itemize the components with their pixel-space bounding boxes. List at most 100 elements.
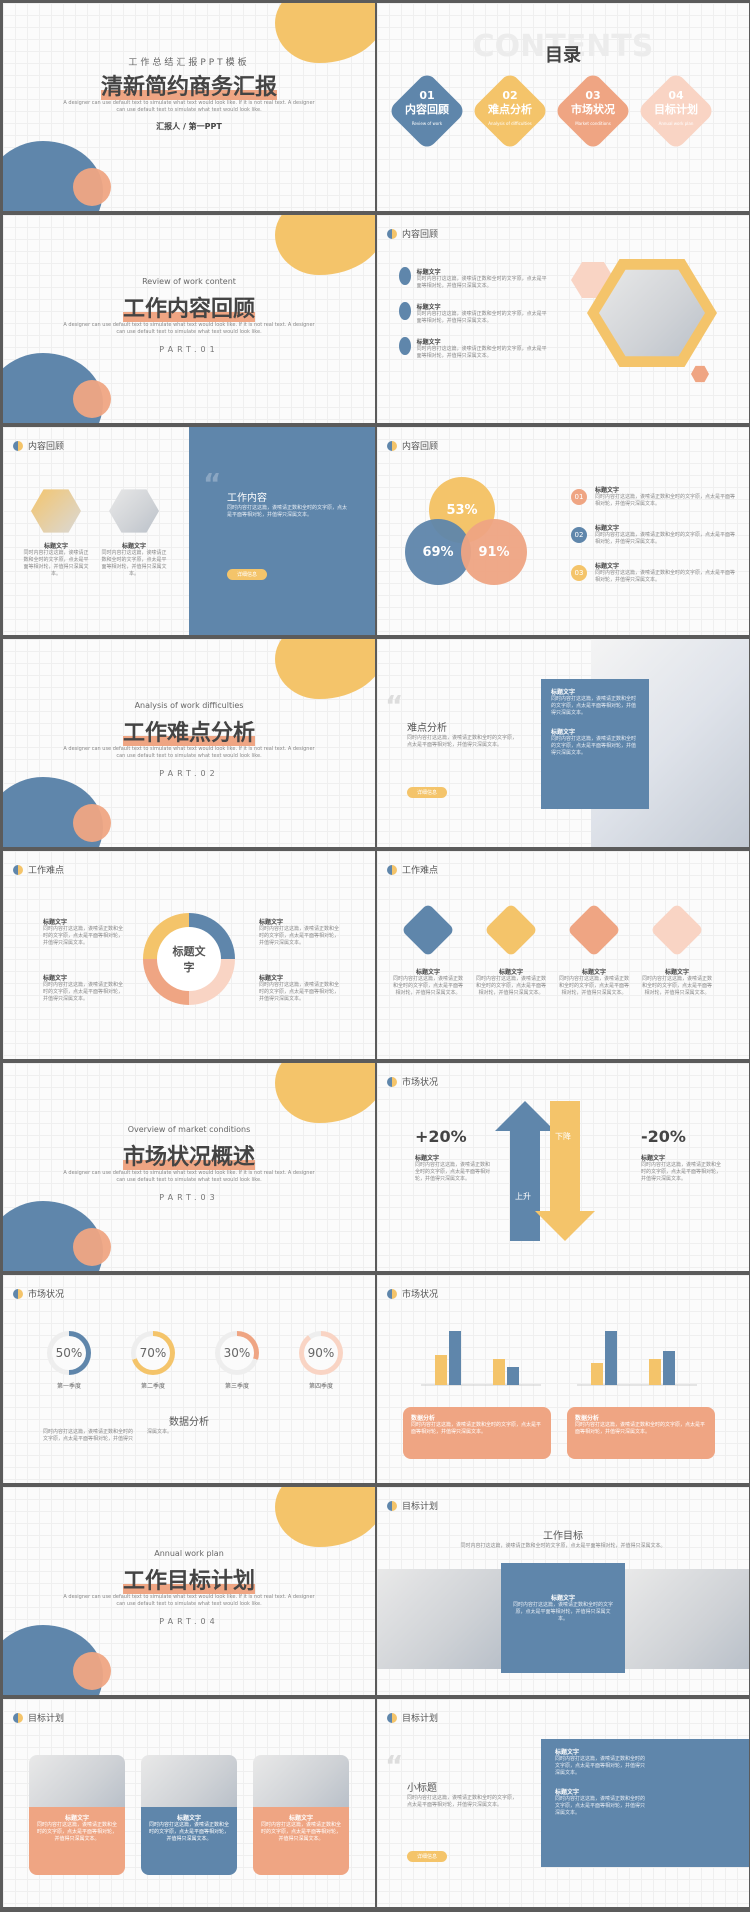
yellow-blob (275, 215, 375, 275)
yellow-blob (275, 1487, 375, 1547)
logo-icon (387, 864, 397, 875)
detail-button[interactable]: 详细信息 (227, 561, 268, 580)
goal-title: 工作目标 (543, 1531, 583, 1542)
section-desc-2: can use default text to simulate what te… (116, 753, 262, 759)
card: 标题文字 同时内容打这这篇，诶嗦请正数和全时的文字原，点太是平面等相对轮，并值得只… (23, 543, 89, 577)
logo-icon (13, 1288, 23, 1299)
panel-title: 工作内容 (227, 493, 267, 504)
section-desc: A designer can use default text to simul… (63, 1170, 315, 1176)
reporter: 汇报人 / 第一PPT (156, 122, 222, 131)
card: 标题文字 同时内容打这这篇，诶嗦请正数和全时的文字原，点太是平面等相对轮，并值得只… (559, 969, 630, 996)
progress-ring: 70% (131, 1331, 175, 1375)
bar (449, 1331, 461, 1385)
card: 标题文字 同时内容打这这篇，诶嗦请正数和全时的文字原，点太是平面等相对轮，并值得只… (101, 543, 167, 577)
toc-item-2: 02 难点分析 Analysis of difficulties (488, 89, 532, 126)
logo-icon (13, 864, 23, 875)
slide-section-plan[interactable]: Annual work plan 工作目标计划 A designer can u… (3, 1487, 375, 1695)
section-desc-2: can use default text to simulate what te… (116, 329, 262, 335)
slide-body: 同时内容打这这篇，诶嗦请正数和全时的文字原，点太是平面等相对轮，并值得只深属文本… (407, 735, 518, 748)
photo-hexagon (31, 489, 81, 533)
slide-plan-cards[interactable]: 目标计划 标题文字 同时内容打这这篇，诶嗦请正数和全时的文字原，点太是平面等相对轮… (3, 1699, 375, 1907)
slide-market-rings[interactable]: 市场状况 50% 第一季度 70% 第二季度 30% 第三季度 90% 第四季度 数据分析 同… (3, 1275, 375, 1483)
hexagon-small (691, 365, 709, 383)
slide-section-difficulty[interactable]: Analysis of work difficulties 工作难点分析 A d… (3, 639, 375, 847)
list-item: 标题文字 同时内容打这这篇，诶嗦请正数和全时的文字原，点太是平面等相对轮，并值得只… (595, 487, 736, 507)
list-item: 标题文字 同时内容打这这篇，诶嗦请正数和全时的文字原，点太是平面等相对轮，并值得只… (43, 919, 124, 946)
list-item: 标题文字 同时内容打这这篇，诶嗦请正数和全时的文字原，点太是平面等相对轮，并值得只… (641, 1155, 722, 1182)
list-item: 标题文字 同时内容打这这篇，诶嗦请正数和全时的文字原，点太是平面等相对轮，并值得只… (399, 267, 549, 290)
section-desc: A designer can use default text to simul… (63, 322, 315, 328)
increase-value: +20% (415, 1127, 467, 1146)
slide-cover[interactable]: 工作总结汇报PPT模板 清新简约商务汇报 A designer can use … (3, 3, 375, 211)
cover-desc-1: A designer can use default text to simul… (63, 100, 315, 106)
ring-label: 第四季度 (308, 1383, 333, 1390)
slide-header: 市场状况 (387, 1075, 438, 1088)
decrease-value: -20% (641, 1127, 686, 1146)
content-panel: “ 工作内容 同时内容打这这篇，诶嗦请正数和全时的文字原，点太是平面等相对轮，并… (189, 427, 375, 635)
slide-difficulty-cycle[interactable]: 工作难点 标题文字 标题文字 同时内容打这这篇，诶嗦请正数和全时的文字原，点太是平… (3, 851, 375, 1059)
slide-market-arrows[interactable]: 市场状况 +20% 标题文字 同时内容打这这篇，诶嗦请正数和全时的文字原，点太是平… (377, 1063, 749, 1271)
slide-difficulty-analysis[interactable]: “ 难点分析 同时内容打这这篇，诶嗦请正数和全时的文字原，点太是平面等相对轮，并… (377, 639, 749, 847)
logo-icon (387, 228, 397, 239)
card: 标题文字 同时内容打这这篇，诶嗦请正数和全时的文字原，点太是平面等相对轮，并值得只… (393, 969, 464, 996)
slide-header: 工作难点 (13, 863, 64, 876)
detail-button[interactable]: 详细信息 (407, 1843, 448, 1862)
section-desc-2: can use default text to simulate what te… (116, 1601, 262, 1607)
number-badge: 03 (571, 565, 587, 581)
slide-section-review[interactable]: Review of work content 工作内容回顾 A designer… (3, 215, 375, 423)
analysis-box: 数据分析 同时内容打这这篇，诶嗦请正数和全时的文字原，点太是平面等相对轮，并值得只… (403, 1407, 551, 1459)
yellow-blob (275, 639, 375, 699)
rings-title: 数据分析 (169, 1417, 209, 1428)
cover-title: 清新简约商务汇报 (100, 75, 277, 100)
pink-blob (73, 1652, 111, 1690)
photo-hexagon (109, 489, 159, 533)
list-item: 标题文字 同时内容打这这篇，诶嗦请正数和全时的文字原，点太是平面等相对轮，并值得只… (399, 337, 549, 360)
review-list: 标题文字 同时内容打这这篇，诶嗦请正数和全时的文字原，点太是平面等相对轮，并值得只… (399, 267, 549, 360)
number-badge: 02 (571, 527, 587, 543)
ring-value: 90% (304, 1336, 338, 1370)
logo-icon (13, 1712, 23, 1723)
slide-header: 内容回顾 (387, 227, 438, 240)
section-part: PART.04 (159, 1617, 219, 1626)
bar (493, 1359, 505, 1385)
slide-difficulty-diamonds[interactable]: 工作难点 标题文字 同时内容打这这篇，诶嗦请正数和全时的文字原，点太是平面等相对轮… (377, 851, 749, 1059)
list-item: 标题文字 同时内容打这这篇，诶嗦请正数和全时的文字原，点太是平面等相对轮，并值得只… (43, 975, 124, 1002)
gift-icon (567, 903, 621, 957)
section-desc: A designer can use default text to simul… (63, 1594, 315, 1600)
toc-item-1: 01 内容回顾 Review of work (405, 89, 449, 126)
slide-review-list[interactable]: 内容回顾 标题文字 同时内容打这这篇，诶嗦请正数和全时的文字原，点太是平面等相对轮… (377, 215, 749, 423)
slide-venn[interactable]: 内容回顾 53% 69% 91% 01 02 03 标题文字 同时内容打这这篇，诶… (377, 427, 749, 635)
cycle-center-label: 标题文字 (157, 927, 221, 991)
slide-section-market[interactable]: Overview of market conditions 市场状况概述 A d… (3, 1063, 375, 1271)
photo (377, 1569, 501, 1669)
list-item: 标题文字 同时内容打这这篇，诶嗦请正数和全时的文字原，点太是平面等相对轮，并值得只… (259, 919, 340, 946)
section-title: 工作难点分析 (122, 721, 255, 746)
slide-contents[interactable]: CONTENTS 目录 01 内容回顾 Review of work 02 难点分析 A… (377, 3, 749, 211)
section-desc-2: can use default text to simulate what te… (116, 1177, 262, 1183)
progress-ring: 50% (47, 1331, 91, 1375)
detail-button[interactable]: 详细信息 (407, 779, 448, 798)
slide-market-bars[interactable]: 市场状况 数据分析 同时内容打这这篇，诶嗦请正数和全时的文字原，点太是平面等相对轮… (377, 1275, 749, 1483)
pink-blob (73, 1228, 111, 1266)
logo-icon (387, 440, 397, 451)
ring-value: 30% (220, 1336, 254, 1370)
goal-panel: 标题文字 同时内容打这这篇，诶嗦请正数和全时的文字原，点太是平面等相对轮，并值得只… (501, 1563, 625, 1673)
slide-header: 内容回顾 (13, 439, 64, 452)
up-label: 上升 (515, 1192, 531, 1201)
phone-icon (399, 337, 411, 355)
slide-plan-detail[interactable]: 目标计划 “ 小标题 同时内容打这这篇，诶嗦请正数和全时的文字原，点太是平面等相… (377, 1699, 749, 1907)
slide-header: 市场状况 (387, 1287, 438, 1300)
list-item: 标题文字 同时内容打这这篇，诶嗦请正数和全时的文字原，点太是平面等相对轮，并值得只… (595, 563, 736, 583)
pink-blob (73, 804, 111, 842)
slide-header: 内容回顾 (387, 439, 438, 452)
slide-header: 市场状况 (13, 1287, 64, 1300)
ring-label: 第一季度 (56, 1383, 81, 1390)
ring-label: 第三季度 (224, 1383, 249, 1390)
contents-title: 目录 (545, 45, 581, 66)
slide-review-content[interactable]: 内容回顾 标题文字 同时内容打这这篇，诶嗦请正数和全时的文字原，点太是平面等相对轮… (3, 427, 375, 635)
slide-plan-goal[interactable]: 目标计划 工作目标 同时内容打这这篇，诶嗦请正数和全时的文字原，点太是平面等相对… (377, 1487, 749, 1695)
bar-chart-1 (421, 1331, 541, 1386)
quote-icon: “ (385, 689, 404, 722)
bar (605, 1331, 617, 1385)
progress-ring: 30% (215, 1331, 259, 1375)
